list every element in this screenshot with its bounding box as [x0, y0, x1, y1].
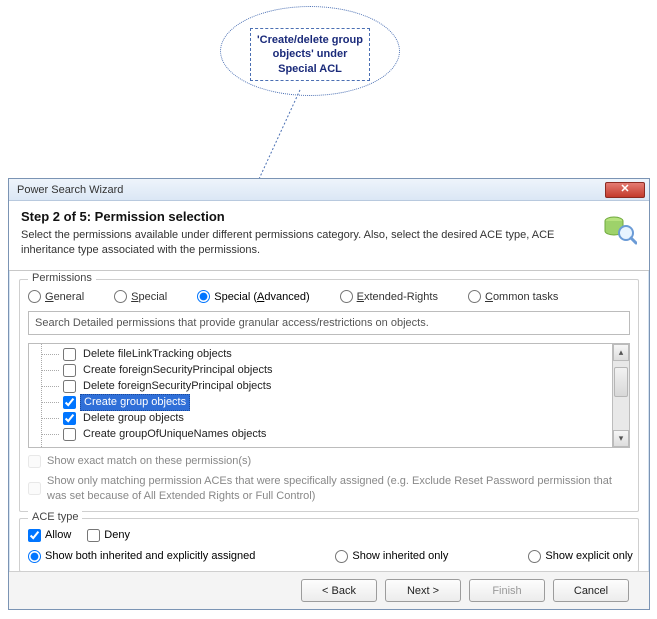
- step-title: Step 2 of 5: Permission selection: [21, 209, 637, 224]
- deny-checkbox[interactable]: [87, 529, 100, 542]
- permission-tree-wrap: Delete fileLinkTracking objectsCreate fo…: [28, 343, 630, 448]
- callout-text: 'Create/delete group objects' under Spec…: [250, 28, 370, 81]
- tree-item[interactable]: Create groupOfUniqueNames objects: [51, 426, 612, 442]
- radio-show-explicit-label: Show explicit only: [545, 550, 632, 562]
- next-button[interactable]: Next >: [385, 579, 461, 602]
- option-exact-match-checkbox: [28, 455, 41, 468]
- callout-line2: objects' under: [257, 47, 363, 61]
- radio-extended-rights-label: Extended-Rights: [357, 291, 438, 303]
- scroll-thumb[interactable]: [614, 367, 628, 397]
- allow-label: Allow: [45, 529, 71, 541]
- scroll-up-button[interactable]: ▴: [613, 344, 629, 361]
- close-button[interactable]: ✕: [605, 182, 645, 198]
- permissions-legend: Permissions: [28, 272, 96, 284]
- tree-item-label: Create foreignSecurityPrincipal objects: [80, 363, 276, 378]
- tree-item[interactable]: Delete fileLinkTracking objects: [51, 346, 612, 362]
- tree-item[interactable]: Create group objects: [51, 394, 612, 410]
- ace-legend: ACE type: [28, 511, 82, 523]
- tree-item-label: Create groupOfUniqueNames objects: [80, 427, 269, 442]
- tree-item-label: Delete fileLinkTracking objects: [80, 347, 235, 362]
- radio-special[interactable]: Special: [114, 290, 167, 303]
- tree-scrollbar[interactable]: ▴ ▾: [612, 344, 629, 447]
- deny-checkbox-item[interactable]: Deny: [87, 529, 130, 542]
- option-exact-match: Show exact match on these permission(s): [28, 454, 630, 468]
- radio-general[interactable]: General: [28, 290, 84, 303]
- radio-show-both-input[interactable]: [28, 550, 41, 563]
- radio-common-tasks-input[interactable]: [468, 290, 481, 303]
- wizard-window: Power Search Wizard ✕ Step 2 of 5: Permi…: [8, 178, 650, 610]
- tree-item[interactable]: Delete group objects: [51, 410, 612, 426]
- button-bar: < Back Next > Finish Cancel: [9, 571, 649, 609]
- back-button[interactable]: < Back: [301, 579, 377, 602]
- radio-show-explicit[interactable]: Show explicit only: [528, 550, 632, 563]
- deny-label: Deny: [104, 529, 130, 541]
- permissions-group: Permissions General Special Special (Adv…: [19, 279, 639, 512]
- finish-button: Finish: [469, 579, 545, 602]
- search-db-icon: [601, 213, 637, 249]
- step-subtitle: Select the permissions available under d…: [21, 228, 561, 258]
- permission-search[interactable]: Search Detailed permissions that provide…: [28, 311, 630, 335]
- annotation-callout: 'Create/delete group objects' under Spec…: [220, 6, 400, 96]
- cancel-button[interactable]: Cancel: [553, 579, 629, 602]
- radio-special-advanced-label: Special (Advanced): [214, 291, 309, 303]
- radio-special-advanced-input[interactable]: [197, 290, 210, 303]
- ace-allow-deny-row: Allow Deny: [28, 529, 630, 542]
- callout-line3: Special ACL: [257, 62, 363, 76]
- radio-show-inherited-label: Show inherited only: [352, 550, 448, 562]
- tree-item-label: Delete foreignSecurityPrincipal objects: [80, 379, 274, 394]
- tree-item-checkbox[interactable]: [63, 428, 76, 441]
- option-matching-aces: Show only matching permission ACEs that …: [28, 474, 630, 503]
- tree-item-checkbox[interactable]: [63, 380, 76, 393]
- close-icon: ✕: [620, 184, 629, 195]
- callout-line1: 'Create/delete group: [257, 33, 363, 47]
- radio-general-input[interactable]: [28, 290, 41, 303]
- permission-tree[interactable]: Delete fileLinkTracking objectsCreate fo…: [29, 344, 612, 447]
- inheritance-radio-row: Show both inherited and explicitly assig…: [28, 550, 630, 563]
- tree-item[interactable]: Create foreignSecurityPrincipal objects: [51, 362, 612, 378]
- radio-extended-rights-input[interactable]: [340, 290, 353, 303]
- radio-show-explicit-input[interactable]: [528, 550, 541, 563]
- radio-common-tasks-label: Common tasks: [485, 291, 558, 303]
- wizard-header: Step 2 of 5: Permission selection Select…: [9, 201, 649, 271]
- radio-special-input[interactable]: [114, 290, 127, 303]
- option-matching-aces-label: Show only matching permission ACEs that …: [47, 474, 630, 503]
- radio-show-both-label: Show both inherited and explicitly assig…: [45, 550, 255, 562]
- tree-item-checkbox[interactable]: [63, 396, 76, 409]
- option-matching-aces-checkbox: [28, 482, 41, 495]
- category-radio-row: General Special Special (Advanced) Exten…: [28, 290, 630, 303]
- titlebar: Power Search Wizard ✕: [9, 179, 649, 201]
- radio-show-both[interactable]: Show both inherited and explicitly assig…: [28, 550, 255, 563]
- radio-show-inherited-input[interactable]: [335, 550, 348, 563]
- tree-item-label: Delete group objects: [80, 411, 187, 426]
- radio-common-tasks[interactable]: Common tasks: [468, 290, 558, 303]
- tree-item-checkbox[interactable]: [63, 412, 76, 425]
- tree-item-checkbox[interactable]: [63, 364, 76, 377]
- radio-extended-rights[interactable]: Extended-Rights: [340, 290, 438, 303]
- radio-show-inherited[interactable]: Show inherited only: [335, 550, 448, 563]
- tree-item-checkbox[interactable]: [63, 348, 76, 361]
- allow-checkbox[interactable]: [28, 529, 41, 542]
- option-exact-match-label: Show exact match on these permission(s): [47, 454, 630, 468]
- tree-item-label: Create group objects: [80, 394, 190, 411]
- allow-checkbox-item[interactable]: Allow: [28, 529, 71, 542]
- radio-special-advanced[interactable]: Special (Advanced): [197, 290, 309, 303]
- scroll-down-button[interactable]: ▾: [613, 430, 629, 447]
- radio-general-label: General: [45, 291, 84, 303]
- tree-item[interactable]: Delete foreignSecurityPrincipal objects: [51, 378, 612, 394]
- permission-search-placeholder: Search Detailed permissions that provide…: [35, 317, 429, 329]
- ace-type-group: ACE type Allow Deny Show both inherited …: [19, 518, 639, 572]
- scroll-track[interactable]: [613, 361, 629, 430]
- radio-special-label: Special: [131, 291, 167, 303]
- window-title: Power Search Wizard: [17, 184, 605, 196]
